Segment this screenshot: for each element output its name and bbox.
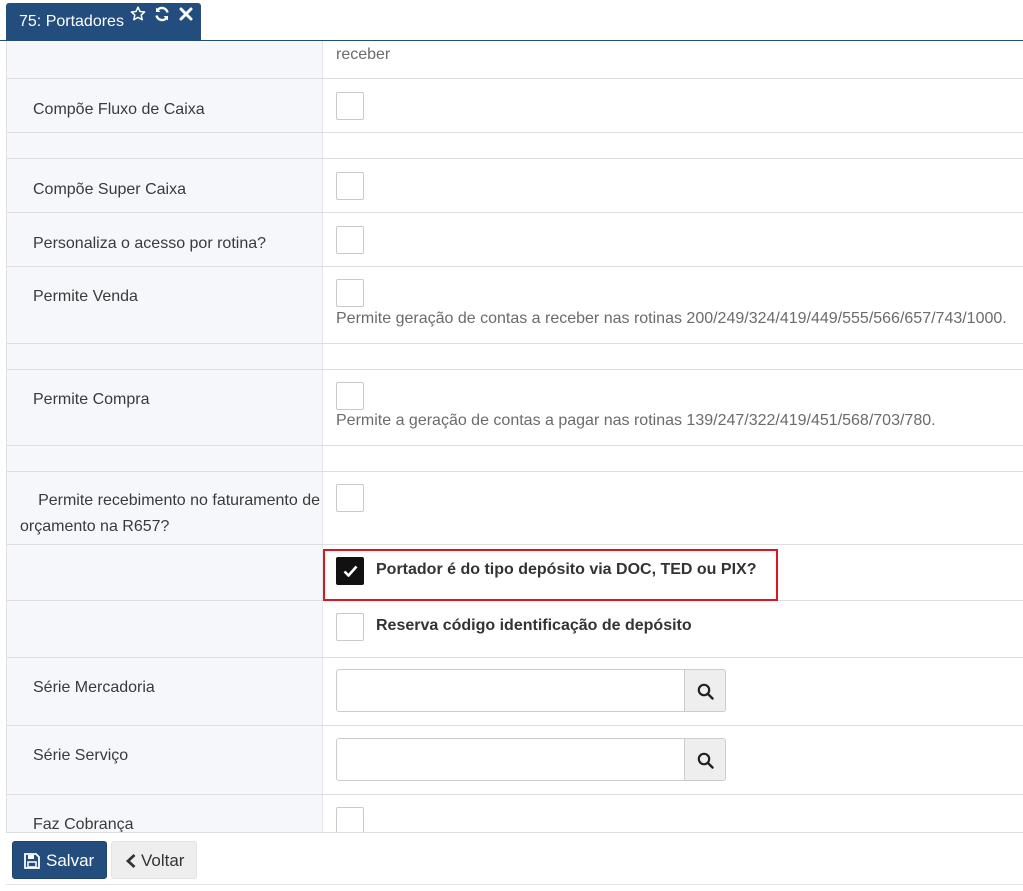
label-cell	[7, 133, 323, 158]
form-row-serie-mercadoria: Série Mercadoria	[7, 658, 1023, 726]
form-row-serie-servico: Série Serviço	[7, 726, 1023, 795]
chevron-left-icon	[125, 853, 136, 869]
label-cell: Permite recebimento no faturamento de or…	[7, 472, 323, 544]
value-cell: receber	[323, 41, 1023, 78]
form-row-deposito: Portador é do tipo depósito via DOC, TED…	[7, 545, 1023, 601]
label-cell	[7, 446, 323, 471]
form-row-permite-recebimento: Permite recebimento no faturamento de or…	[7, 472, 1023, 545]
reserva-codigo-checkbox[interactable]	[336, 613, 364, 641]
label-cell: Permite Compra	[7, 370, 323, 445]
tab-title: 75: Portadores	[19, 13, 124, 30]
value-cell	[323, 795, 1023, 832]
label-cell	[7, 344, 323, 369]
form-row-partial: receber	[7, 41, 1023, 79]
value-cell	[323, 159, 1023, 212]
label-cell: Permite Venda	[7, 267, 323, 343]
highlight-box	[323, 549, 778, 601]
form-row-spacer	[7, 446, 1023, 472]
serie-mercadoria-input[interactable]	[336, 669, 685, 712]
form-row-super-caixa: Compõe Super Caixa	[7, 159, 1023, 213]
tab-bar: 75: Portadores	[0, 0, 1023, 41]
form-row-personaliza: Personaliza o acesso por rotina?	[7, 213, 1023, 267]
value-cell	[323, 726, 1023, 794]
permite-recebimento-label-line2: orçamento na R657?	[20, 518, 170, 535]
refresh-icon[interactable]	[154, 6, 170, 22]
serie-servico-group	[336, 738, 726, 781]
partial-text: receber	[336, 46, 391, 63]
value-cell: Permite geração de contas a receber nas …	[323, 267, 1023, 343]
value-cell: Reserva código identificação de depósito	[323, 601, 1023, 657]
divider	[6, 884, 1023, 885]
value-cell	[323, 472, 1023, 544]
compoe-super-caixa-checkbox[interactable]	[336, 172, 364, 200]
permite-recebimento-checkbox[interactable]	[336, 484, 364, 512]
permite-compra-checkbox[interactable]	[336, 382, 364, 410]
form-row-faz-cobranca: Faz Cobrança	[7, 795, 1023, 832]
form-row-permite-venda: Permite Venda Permite geração de contas …	[7, 267, 1023, 344]
label-cell: Série Mercadoria	[7, 658, 323, 725]
search-icon	[697, 683, 714, 700]
permite-recebimento-label: Permite recebimento no faturamento de or…	[20, 488, 320, 540]
faz-cobranca-label: Faz Cobrança	[33, 816, 134, 832]
label-cell: Personaliza o acesso por rotina?	[7, 213, 323, 266]
personaliza-acesso-label: Personaliza o acesso por rotina?	[33, 235, 267, 252]
label-cell: Série Serviço	[7, 726, 323, 794]
star-icon[interactable]	[130, 6, 146, 22]
permite-compra-hint: Permite a geração de contas a pagar nas …	[336, 412, 936, 429]
value-cell	[323, 79, 1023, 132]
back-button[interactable]: Voltar	[111, 841, 197, 879]
serie-servico-label: Série Serviço	[33, 747, 129, 764]
form-row-spacer	[7, 133, 1023, 159]
permite-recebimento-label-line1: Permite recebimento no faturamento de	[38, 492, 320, 509]
tab-portadores[interactable]: 75: Portadores	[6, 3, 201, 41]
save-button[interactable]: Salvar	[12, 841, 107, 879]
label-cell	[7, 545, 323, 600]
personaliza-acesso-checkbox[interactable]	[336, 226, 364, 254]
save-button-label: Salvar	[46, 851, 95, 870]
compoe-super-caixa-label: Compõe Super Caixa	[33, 181, 186, 198]
value-cell	[323, 213, 1023, 266]
permite-venda-label: Permite Venda	[33, 288, 138, 305]
compoe-fluxo-caixa-checkbox[interactable]	[336, 92, 364, 120]
label-cell: Compõe Fluxo de Caixa	[7, 79, 323, 132]
portadores-form: receber Compõe Fluxo de Caixa Compõe Sup…	[6, 41, 1023, 832]
label-cell: Faz Cobrança	[7, 795, 323, 832]
label-cell	[7, 601, 323, 657]
serie-servico-input[interactable]	[336, 738, 685, 781]
back-button-label: Voltar	[141, 851, 185, 870]
label-cell	[7, 41, 323, 78]
permite-venda-checkbox[interactable]	[336, 279, 364, 307]
floppy-disk-icon	[24, 853, 40, 869]
compoe-fluxo-caixa-label: Compõe Fluxo de Caixa	[33, 101, 205, 118]
form-footer: Salvar Voltar	[6, 832, 1023, 891]
form-row-fluxo-caixa: Compõe Fluxo de Caixa	[7, 79, 1023, 133]
label-cell: Compõe Super Caixa	[7, 159, 323, 212]
search-icon	[697, 752, 714, 769]
value-cell: Permite a geração de contas a pagar nas …	[323, 370, 1023, 445]
serie-mercadoria-label: Série Mercadoria	[33, 679, 155, 696]
serie-servico-search-button[interactable]	[684, 738, 726, 781]
faz-cobranca-checkbox[interactable]	[336, 807, 364, 832]
serie-mercadoria-group	[336, 669, 726, 712]
close-icon[interactable]	[178, 6, 194, 22]
permite-venda-hint: Permite geração de contas a receber nas …	[336, 310, 1007, 327]
form-row-spacer	[7, 344, 1023, 370]
value-cell	[323, 658, 1023, 725]
form-row-reserva-codigo: Reserva código identificação de depósito	[7, 601, 1023, 658]
permite-compra-label: Permite Compra	[33, 391, 150, 408]
form-row-permite-compra: Permite Compra Permite a geração de cont…	[7, 370, 1023, 446]
serie-mercadoria-search-button[interactable]	[684, 669, 726, 712]
reserva-codigo-label: Reserva código identificação de depósito	[376, 617, 692, 634]
